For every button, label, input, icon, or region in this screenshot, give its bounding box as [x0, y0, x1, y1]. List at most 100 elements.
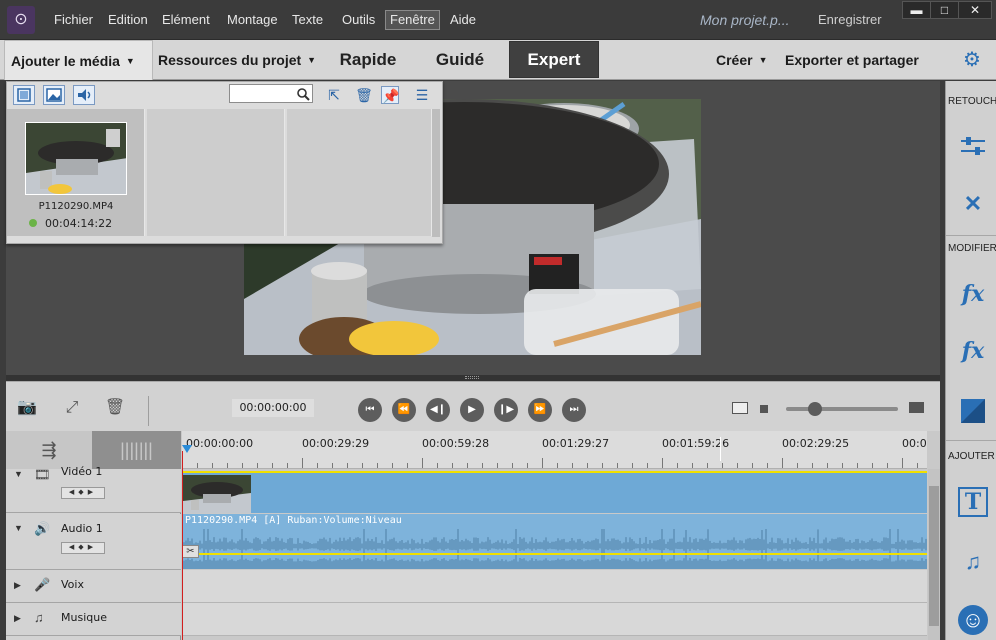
go-to-end-icon[interactable]: ⏭	[562, 398, 586, 422]
ruler-tick	[362, 463, 363, 468]
ruler-tick	[872, 463, 873, 468]
asset-scrollbar[interactable]	[432, 109, 440, 237]
lane-voice[interactable]	[182, 570, 927, 603]
zoom-slider[interactable]	[786, 407, 898, 411]
new-folder-icon[interactable]: ⇱	[325, 86, 343, 104]
menu-bar: ⊙ Fichier Edition Elément Montage Texte …	[0, 0, 996, 40]
tab-guide[interactable]: Guidé	[418, 40, 502, 80]
ruler-tick	[377, 463, 378, 468]
tab-project-assets[interactable]: Ressources du projet ▼	[152, 40, 326, 80]
audio-mixer-icon[interactable]: |||||||	[92, 431, 181, 469]
divider	[946, 235, 996, 236]
tab-add-media[interactable]: Ajouter le média ▼	[4, 40, 153, 80]
maximize-icon[interactable]: □	[930, 1, 959, 19]
splitter-grip[interactable]	[465, 376, 479, 379]
render-icon[interactable]	[732, 402, 748, 414]
adjust-icon[interactable]	[958, 131, 988, 161]
panel-menu-icon[interactable]: ☰	[413, 86, 431, 104]
ruler-tick	[287, 463, 288, 468]
track-settings-icon[interactable]: ⇶	[6, 431, 92, 469]
close-icon[interactable]: ✕	[958, 1, 992, 19]
trash-icon[interactable]: 🗑	[355, 86, 373, 104]
ruler-tick	[572, 463, 573, 468]
image-filter-icon[interactable]	[43, 85, 65, 105]
ruler-tick	[767, 463, 768, 468]
zoom-out-icon[interactable]	[760, 405, 768, 413]
ruler-tick	[782, 458, 783, 468]
audio-filter-icon[interactable]	[73, 85, 95, 105]
playhead-marker[interactable]	[182, 445, 192, 453]
app-logo-icon: ⊙	[7, 6, 35, 34]
ruler-tick	[332, 463, 333, 468]
microphone-icon: 🎤	[34, 577, 51, 592]
fast-forward-icon[interactable]: ⏩	[528, 398, 552, 422]
video-filter-icon[interactable]	[13, 85, 35, 105]
ruler-label: 00:00:29:29	[302, 437, 370, 450]
effects-icon[interactable]: fx	[958, 336, 988, 366]
video-clip[interactable]	[182, 471, 927, 513]
music-icon[interactable]: ♫	[958, 547, 988, 577]
playhead-line[interactable]	[182, 451, 183, 640]
scissor-icon[interactable]: ✂	[182, 545, 199, 558]
zoom-slider-knob[interactable]	[808, 402, 822, 416]
asset-tile[interactable]: P1120290.MP4 00:04:14:22	[7, 109, 145, 236]
keyframe-controls[interactable]: ◀◆▶	[61, 542, 105, 554]
lane-music[interactable]	[182, 603, 927, 636]
menu-aide[interactable]: Aide	[450, 12, 476, 28]
chevron-right-icon[interactable]: ▶	[14, 613, 21, 624]
tab-expert[interactable]: Expert	[509, 41, 599, 78]
gear-icon[interactable]: ⚙	[960, 48, 984, 72]
ruler-tick	[647, 463, 648, 468]
menu-texte[interactable]: Texte	[292, 12, 323, 28]
transitions-icon[interactable]	[958, 396, 988, 426]
rewind-icon[interactable]: ⏪	[392, 398, 416, 422]
tools-icon[interactable]: ✕	[958, 189, 988, 219]
ruler-tick	[557, 463, 558, 468]
menu-element[interactable]: Elément	[162, 12, 210, 28]
title-text-icon[interactable]: T	[958, 487, 988, 517]
ruler-tick	[797, 463, 798, 468]
current-timecode[interactable]: 00:00:00:00	[232, 399, 314, 417]
menu-fenetre[interactable]: Fenêtre	[385, 10, 440, 30]
asset-search-input[interactable]	[229, 84, 313, 103]
trash-icon[interactable]: 🗑	[104, 398, 126, 418]
minimize-icon[interactable]: ▬	[902, 1, 931, 19]
step-back-icon[interactable]: ◀❙	[426, 398, 450, 422]
asset-duration: 00:04:14:22	[45, 217, 113, 230]
timeline-scroll-thumb[interactable]	[929, 486, 939, 626]
ruler-tick	[587, 463, 588, 468]
menu-fichier[interactable]: Fichier	[54, 12, 93, 28]
chevron-down-icon[interactable]: ▼	[14, 469, 23, 479]
speaker-icon: 🔊	[34, 521, 51, 536]
ruler-tick	[392, 463, 393, 468]
go-to-start-icon[interactable]: ⏮	[358, 398, 382, 422]
camera-icon[interactable]: 📷	[16, 398, 38, 418]
tab-rapide[interactable]: Rapide	[326, 40, 410, 80]
chevron-down-icon[interactable]: ▼	[14, 523, 23, 533]
pin-icon[interactable]: 📌	[381, 86, 399, 104]
keyframe-controls[interactable]: ◀◆▶	[61, 487, 105, 499]
menu-edition[interactable]: Edition	[108, 12, 148, 28]
save-button[interactable]: Enregistrer	[818, 12, 882, 27]
ruler-tick	[542, 458, 543, 468]
effects-edit-icon[interactable]: fx	[958, 279, 988, 309]
graphics-icon[interactable]: ☺	[958, 605, 988, 635]
asset-tile-empty	[147, 109, 285, 236]
ruler-tick	[902, 458, 903, 468]
zoom-in-icon[interactable]	[909, 402, 924, 413]
asset-thumbnail	[25, 122, 127, 195]
tab-create[interactable]: Créer ▼	[716, 40, 768, 80]
section-label-ajouter: AJOUTER	[948, 451, 995, 462]
divider	[148, 396, 149, 426]
ruler-tick	[242, 463, 243, 468]
menu-montage[interactable]: Montage	[227, 12, 278, 28]
volume-line[interactable]	[182, 553, 927, 555]
crop-icon[interactable]: ⤢	[61, 398, 83, 418]
play-icon[interactable]: ▶	[460, 398, 484, 422]
timeline-ruler[interactable]: 00:00:00:00 00:00:29:29 00:00:59:28 00:0…	[182, 431, 927, 469]
chevron-right-icon[interactable]: ▶	[14, 580, 21, 591]
menu-outils[interactable]: Outils	[342, 12, 375, 28]
tab-export-share[interactable]: Exporter et partager	[785, 40, 919, 80]
track-audio-1: ▼ 🔊 Audio 1 ◀◆▶	[6, 514, 181, 570]
step-forward-icon[interactable]: ❙▶	[494, 398, 518, 422]
